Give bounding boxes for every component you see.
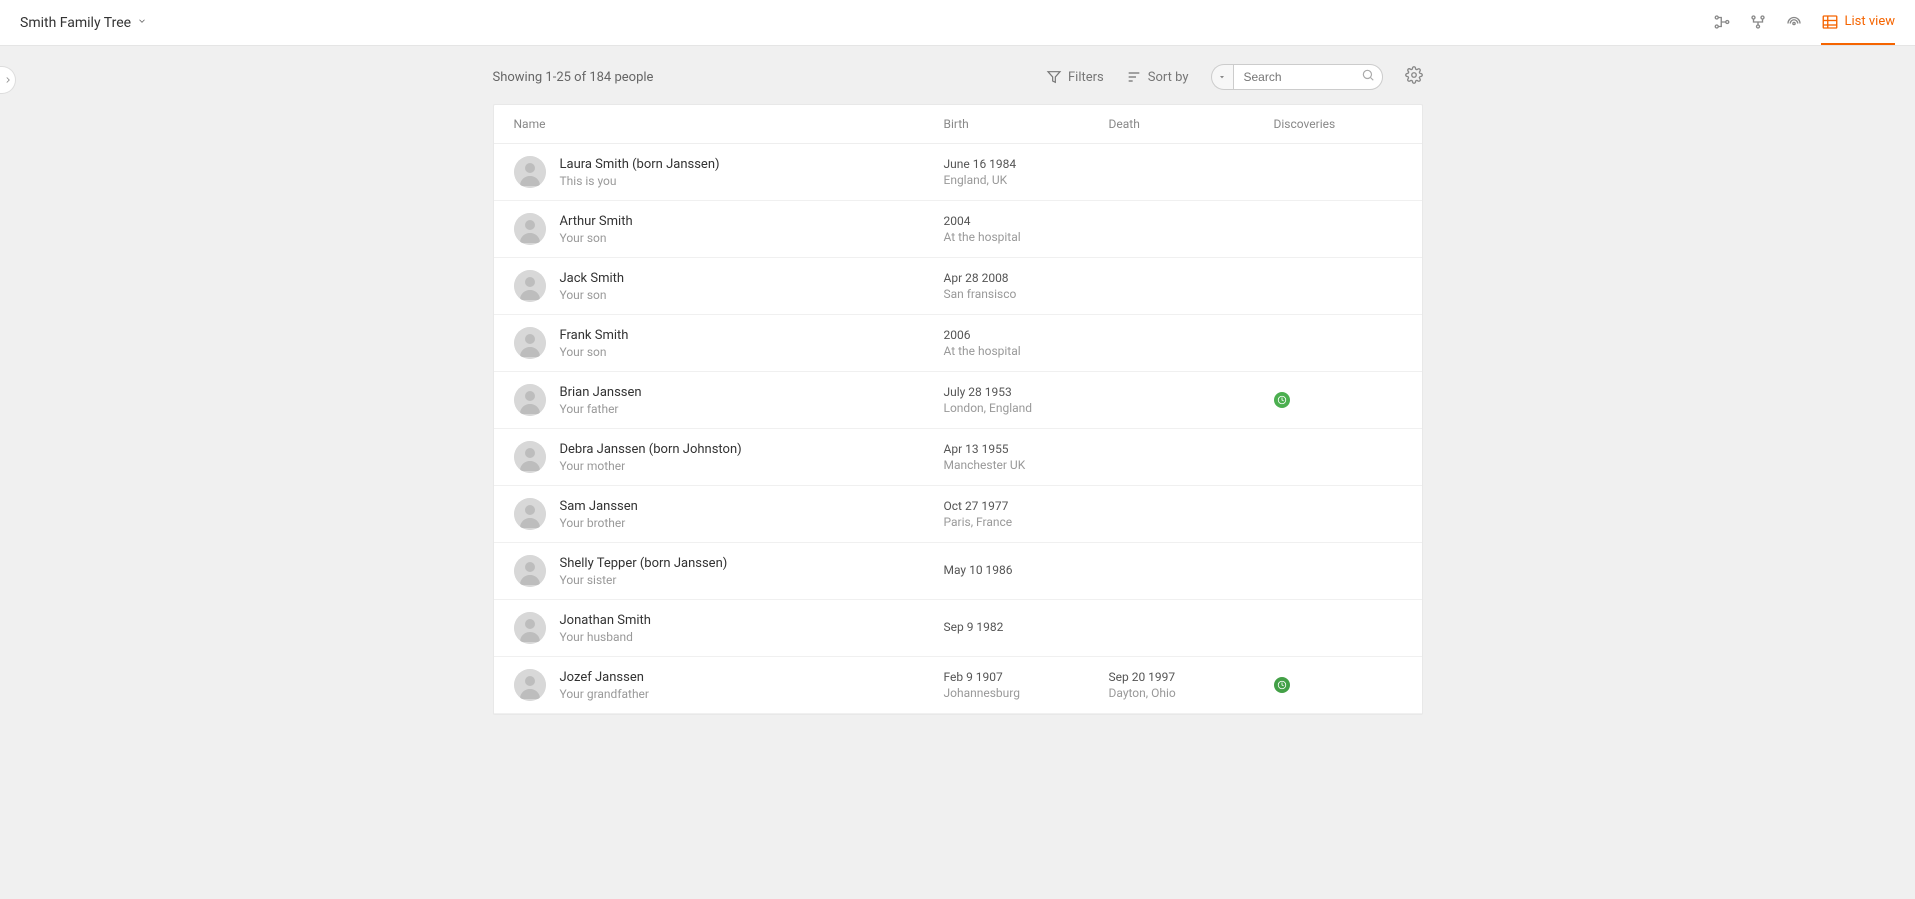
birth-place: At the hospital: [944, 344, 1109, 358]
person-relation: This is you: [560, 174, 720, 188]
table-row[interactable]: Sam Janssen Your brother Oct 27 1977 Paris,…: [494, 486, 1422, 543]
sortby-label: Sort by: [1148, 70, 1189, 85]
header-birth[interactable]: Birth: [944, 117, 1109, 131]
birth-date: Apr 28 2008: [944, 271, 1109, 285]
person-name: Sam Janssen: [560, 499, 638, 514]
table-row[interactable]: Jozef Janssen Your grandfather Feb 9 1907 J…: [494, 657, 1422, 714]
search-input[interactable]: [1233, 64, 1383, 90]
tree-selector[interactable]: Smith Family Tree: [20, 15, 147, 31]
avatar: [514, 327, 546, 359]
table-row[interactable]: Jack Smith Your son Apr 28 2008 San fransis…: [494, 258, 1422, 315]
birth-place: At the hospital: [944, 230, 1109, 244]
people-table: Name Birth Death Discoveries Laura Smith…: [493, 104, 1423, 715]
person-name: Brian Janssen: [560, 385, 642, 400]
birth-place: Johannesburg: [944, 686, 1109, 700]
birth-place: Manchester UK: [944, 458, 1109, 472]
chevron-down-icon: [137, 15, 147, 30]
fan-view-button[interactable]: [1785, 1, 1803, 45]
discovery-badge[interactable]: [1274, 677, 1290, 693]
person-name: Frank Smith: [560, 328, 629, 343]
birth-date: Apr 13 1955: [944, 442, 1109, 456]
person-relation: Your son: [560, 231, 633, 245]
person-relation: Your sister: [560, 573, 728, 587]
person-relation: Your grandfather: [560, 687, 649, 701]
header-discoveries[interactable]: Discoveries: [1274, 117, 1402, 131]
death-date: Sep 20 1997: [1109, 670, 1274, 684]
birth-date: Feb 9 1907: [944, 670, 1109, 684]
death-place: Dayton, Ohio: [1109, 686, 1274, 700]
table-row[interactable]: Debra Janssen (born Johnston) Your mother…: [494, 429, 1422, 486]
birth-date: May 10 1986: [944, 563, 1109, 577]
avatar: [514, 612, 546, 644]
person-name: Arthur Smith: [560, 214, 633, 229]
header-name[interactable]: Name: [514, 117, 944, 131]
filters-label: Filters: [1068, 70, 1104, 85]
avatar: [514, 213, 546, 245]
birth-date: June 16 1984: [944, 157, 1109, 171]
birth-date: Sep 9 1982: [944, 620, 1109, 634]
avatar: [514, 441, 546, 473]
person-relation: Your son: [560, 288, 625, 302]
table-row[interactable]: Brian Janssen Your father July 28 1953 Lond…: [494, 372, 1422, 429]
person-relation: Your brother: [560, 516, 638, 530]
person-name: Laura Smith (born Janssen): [560, 157, 720, 172]
filters-button[interactable]: Filters: [1046, 69, 1104, 85]
birth-place: Paris, France: [944, 515, 1109, 529]
avatar: [514, 270, 546, 302]
table-row[interactable]: Laura Smith (born Janssen) This is you Jun…: [494, 144, 1422, 201]
person-relation: Your son: [560, 345, 629, 359]
view-switcher: List view: [1713, 1, 1895, 45]
birth-place: London, England: [944, 401, 1109, 415]
avatar: [514, 384, 546, 416]
person-name: Shelly Tepper (born Janssen): [560, 556, 728, 571]
table-row[interactable]: Arthur Smith Your son 2004 At the hospital: [494, 201, 1422, 258]
birth-date: 2006: [944, 328, 1109, 342]
table-row[interactable]: Shelly Tepper (born Janssen) Your sister M…: [494, 543, 1422, 600]
sidebar-expand-button[interactable]: [0, 66, 16, 94]
person-relation: Your mother: [560, 459, 742, 473]
person-name: Jozef Janssen: [560, 670, 649, 685]
tree-title: Smith Family Tree: [20, 15, 131, 31]
showing-count: Showing 1-25 of 184 people: [493, 70, 654, 85]
discovery-badge[interactable]: [1274, 392, 1290, 408]
family-view-button[interactable]: [1749, 1, 1767, 45]
pedigree-view-button[interactable]: [1713, 1, 1731, 45]
top-bar: Smith Family Tree List view: [0, 0, 1915, 46]
person-relation: Your husband: [560, 630, 651, 644]
list-controls: Showing 1-25 of 184 people Filters Sort …: [493, 64, 1423, 104]
table-header: Name Birth Death Discoveries: [494, 105, 1422, 144]
list-view-label: List view: [1845, 14, 1895, 29]
search-type-dropdown[interactable]: [1211, 64, 1233, 90]
list-view-button[interactable]: List view: [1821, 1, 1895, 45]
search-wrap: [1211, 64, 1383, 90]
birth-date: 2004: [944, 214, 1109, 228]
person-relation: Your father: [560, 402, 642, 416]
sortby-button[interactable]: Sort by: [1126, 69, 1189, 85]
table-row[interactable]: Jonathan Smith Your husband Sep 9 1982: [494, 600, 1422, 657]
person-name: Jack Smith: [560, 271, 625, 286]
table-row[interactable]: Frank Smith Your son 2006 At the hospital: [494, 315, 1422, 372]
birth-date: Oct 27 1977: [944, 499, 1109, 513]
header-death[interactable]: Death: [1109, 117, 1274, 131]
birth-date: July 28 1953: [944, 385, 1109, 399]
person-name: Debra Janssen (born Johnston): [560, 442, 742, 457]
avatar: [514, 498, 546, 530]
birth-place: England, UK: [944, 173, 1109, 187]
person-name: Jonathan Smith: [560, 613, 651, 628]
avatar: [514, 156, 546, 188]
avatar: [514, 669, 546, 701]
birth-place: San fransisco: [944, 287, 1109, 301]
avatar: [514, 555, 546, 587]
list-settings-button[interactable]: [1405, 66, 1423, 88]
main-content: Showing 1-25 of 184 people Filters Sort …: [493, 46, 1423, 715]
